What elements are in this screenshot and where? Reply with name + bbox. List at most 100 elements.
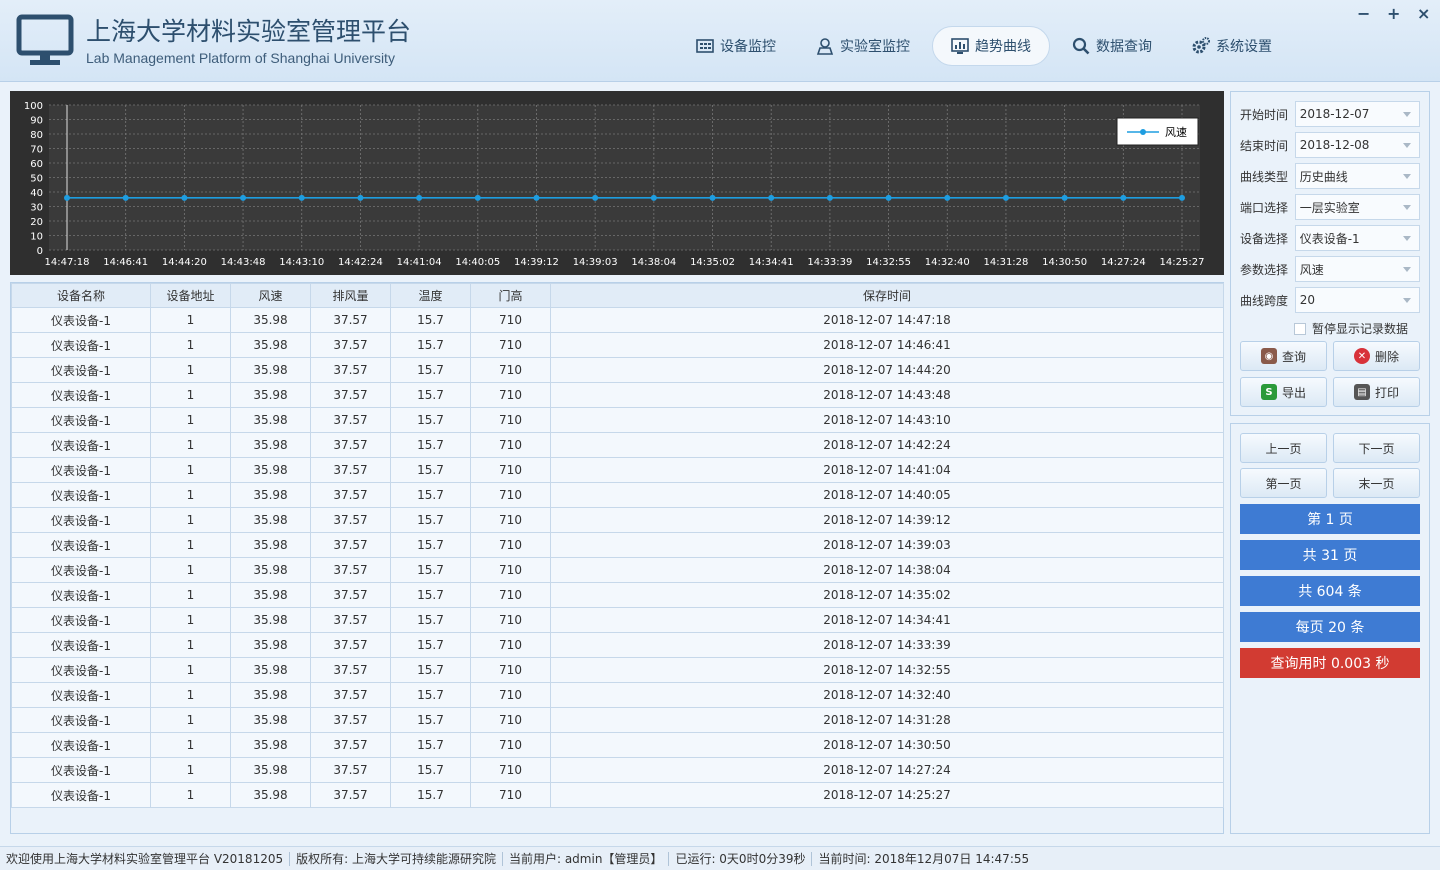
curve-type-row: 曲线类型 历史曲线 xyxy=(1240,163,1420,189)
table-cell: 仪表设备-1 xyxy=(11,707,151,733)
data-point xyxy=(1061,194,1068,201)
table-row[interactable]: 仪表设备-1 1 35.98 37.57 15.7 710 2018-12-07 14:32… xyxy=(11,657,1224,683)
data-point xyxy=(650,194,657,201)
current-page-label: 第 1 页 xyxy=(1240,504,1420,534)
last-page-button[interactable]: 末一页 xyxy=(1333,468,1420,498)
y-tick-label: 10 xyxy=(30,232,43,243)
data-point xyxy=(592,194,599,201)
nav-label: 设备监控 xyxy=(720,39,776,55)
table-row[interactable]: 仪表设备-1 1 35.98 37.57 15.7 710 2018-12-07 14:35… xyxy=(11,582,1224,608)
query-icon: ◉ xyxy=(1260,348,1277,364)
table-row[interactable]: 仪表设备-1 1 35.98 37.57 15.7 710 2018-12-07 14:39… xyxy=(11,507,1224,533)
table-cell: 15.7 xyxy=(390,682,471,708)
start-time-select[interactable]: 2018-12-07 xyxy=(1294,101,1420,127)
query-button[interactable]: ◉ 查询 xyxy=(1240,341,1327,371)
table-cell: 2018-12-07 14:30:50 xyxy=(550,732,1224,758)
table-row[interactable]: 仪表设备-1 1 35.98 37.57 15.7 710 2018-12-07 14:30… xyxy=(11,732,1224,758)
table-cell: 37.57 xyxy=(310,482,391,508)
column-header[interactable]: 风速 xyxy=(230,283,311,308)
table-cell: 仪表设备-1 xyxy=(11,507,151,533)
column-header[interactable]: 保存时间 xyxy=(550,283,1224,308)
table-cell: 仪表设备-1 xyxy=(11,607,151,633)
first-page-button[interactable]: 第一页 xyxy=(1240,468,1327,498)
table-cell: 35.98 xyxy=(230,332,311,358)
table-row[interactable]: 仪表设备-1 1 35.98 37.57 15.7 710 2018-12-07 14:43… xyxy=(11,382,1224,408)
param-value: 风速 xyxy=(1299,262,1324,277)
table-row[interactable]: 仪表设备-1 1 35.98 37.57 15.7 710 2018-12-07 14:39… xyxy=(11,532,1224,558)
table-cell: 1 xyxy=(150,482,231,508)
nav-trend-chart[interactable]: 趋势曲线 xyxy=(932,26,1050,66)
table-row[interactable]: 仪表设备-1 1 35.98 37.57 15.7 710 2018-12-07 14:41… xyxy=(11,457,1224,483)
minimize-button[interactable]: − xyxy=(1357,4,1370,23)
nav-system-settings[interactable]: 系统设置 xyxy=(1174,26,1290,66)
table-row[interactable]: 仪表设备-1 1 35.98 37.57 15.7 710 2018-12-07 14:33… xyxy=(11,632,1224,658)
table-row[interactable]: 仪表设备-1 1 35.98 37.57 15.7 710 2018-12-07 14:25… xyxy=(11,782,1224,808)
next-page-button[interactable]: 下一页 xyxy=(1333,433,1420,463)
table-cell: 1 xyxy=(150,607,231,633)
device-select[interactable]: 仪表设备-1 xyxy=(1294,225,1420,251)
query-button-label: 查询 xyxy=(1281,349,1306,364)
pause-checkbox-row[interactable]: 暂停显示记录数据 xyxy=(1294,320,1408,337)
table-cell: 37.57 xyxy=(310,757,391,783)
column-header[interactable]: 设备名称 xyxy=(11,283,151,308)
y-tick-label: 30 xyxy=(30,203,43,214)
table-row[interactable]: 仪表设备-1 1 35.98 37.57 15.7 710 2018-12-07 14:40… xyxy=(11,482,1224,508)
column-header[interactable]: 排风量 xyxy=(310,283,391,308)
x-tick-label: 14:43:48 xyxy=(221,257,266,268)
table-row[interactable]: 仪表设备-1 1 35.98 37.57 15.7 710 2018-12-07 14:38… xyxy=(11,557,1224,583)
status-current-time: 当前时间: 2018年12月07日 14:47:55 xyxy=(818,851,1030,866)
column-header[interactable]: 门高 xyxy=(470,283,551,308)
table-row[interactable]: 仪表设备-1 1 35.98 37.57 15.7 710 2018-12-07 14:42… xyxy=(11,432,1224,458)
nav-lab-monitor[interactable]: 实验室监控 xyxy=(798,26,928,66)
table-row[interactable]: 仪表设备-1 1 35.98 37.57 15.7 710 2018-12-07 14:31… xyxy=(11,707,1224,733)
export-button[interactable]: S 导出 xyxy=(1240,377,1327,407)
maximize-button[interactable]: + xyxy=(1387,4,1400,23)
table-cell: 1 xyxy=(150,757,231,783)
table-cell: 仪表设备-1 xyxy=(11,357,151,383)
table-row[interactable]: 仪表设备-1 1 35.98 37.57 15.7 710 2018-12-07 14:43… xyxy=(11,407,1224,433)
table-row[interactable]: 仪表设备-1 1 35.98 37.57 15.7 710 2018-12-07 14:34… xyxy=(11,607,1224,633)
close-button[interactable]: × xyxy=(1417,4,1430,23)
prev-page-button[interactable]: 上一页 xyxy=(1240,433,1327,463)
table-cell: 710 xyxy=(470,407,551,433)
column-header[interactable]: 设备地址 xyxy=(150,283,231,308)
x-tick-label: 14:44:20 xyxy=(162,257,207,268)
table-cell: 仪表设备-1 xyxy=(11,632,151,658)
print-button[interactable]: ▤ 打印 xyxy=(1333,377,1420,407)
table-cell: 35.98 xyxy=(230,307,311,333)
table-row[interactable]: 仪表设备-1 1 35.98 37.57 15.7 710 2018-12-07 14:27… xyxy=(11,757,1224,783)
table-cell: 710 xyxy=(470,657,551,683)
table-row[interactable]: 仪表设备-1 1 35.98 37.57 15.7 710 2018-12-07 14:32… xyxy=(11,682,1224,708)
nav-label: 实验室监控 xyxy=(840,39,910,55)
x-tick-label: 14:41:04 xyxy=(397,257,442,268)
param-select[interactable]: 风速 xyxy=(1294,256,1420,282)
table-cell: 710 xyxy=(470,307,551,333)
y-tick-label: 60 xyxy=(30,159,43,170)
table-cell: 37.57 xyxy=(310,707,391,733)
data-point xyxy=(298,194,305,201)
table-cell: 2018-12-07 14:33:39 xyxy=(550,632,1224,658)
data-point xyxy=(181,194,188,201)
nav-data-query[interactable]: 数据查询 xyxy=(1054,26,1170,66)
nav-device-monitor[interactable]: 设备监控 xyxy=(678,26,794,66)
end-time-select[interactable]: 2018-12-08 xyxy=(1294,132,1420,158)
pause-checkbox[interactable] xyxy=(1294,322,1306,335)
table-cell: 2018-12-07 14:42:24 xyxy=(550,432,1224,458)
table-cell: 2018-12-07 14:32:55 xyxy=(550,657,1224,683)
table-row[interactable]: 仪表设备-1 1 35.98 37.57 15.7 710 2018-12-07 14:46… xyxy=(11,332,1224,358)
table-row[interactable]: 仪表设备-1 1 35.98 37.57 15.7 710 2018-12-07 14:44… xyxy=(11,357,1224,383)
table-cell: 1 xyxy=(150,682,231,708)
table-cell: 1 xyxy=(150,457,231,483)
port-select[interactable]: 一层实验室 xyxy=(1294,194,1420,220)
table-cell: 2018-12-07 14:46:41 xyxy=(550,332,1224,358)
curve-type-select[interactable]: 历史曲线 xyxy=(1294,163,1420,189)
table-cell: 710 xyxy=(470,482,551,508)
delete-button[interactable]: ✕ 删除 xyxy=(1333,341,1420,371)
table-cell: 1 xyxy=(150,707,231,733)
table-cell: 仪表设备-1 xyxy=(11,532,151,558)
pagination-panel: 上一页 下一页 第一页 末一页 第 1 页 共 31 页 共 604 条 每页 … xyxy=(1230,423,1430,834)
table-row[interactable]: 仪表设备-1 1 35.98 37.57 15.7 710 2018-12-07 14:47… xyxy=(11,307,1224,333)
table-cell: 2018-12-07 14:41:04 xyxy=(550,457,1224,483)
column-header[interactable]: 温度 xyxy=(390,283,471,308)
span-select[interactable]: 20 xyxy=(1294,287,1420,313)
